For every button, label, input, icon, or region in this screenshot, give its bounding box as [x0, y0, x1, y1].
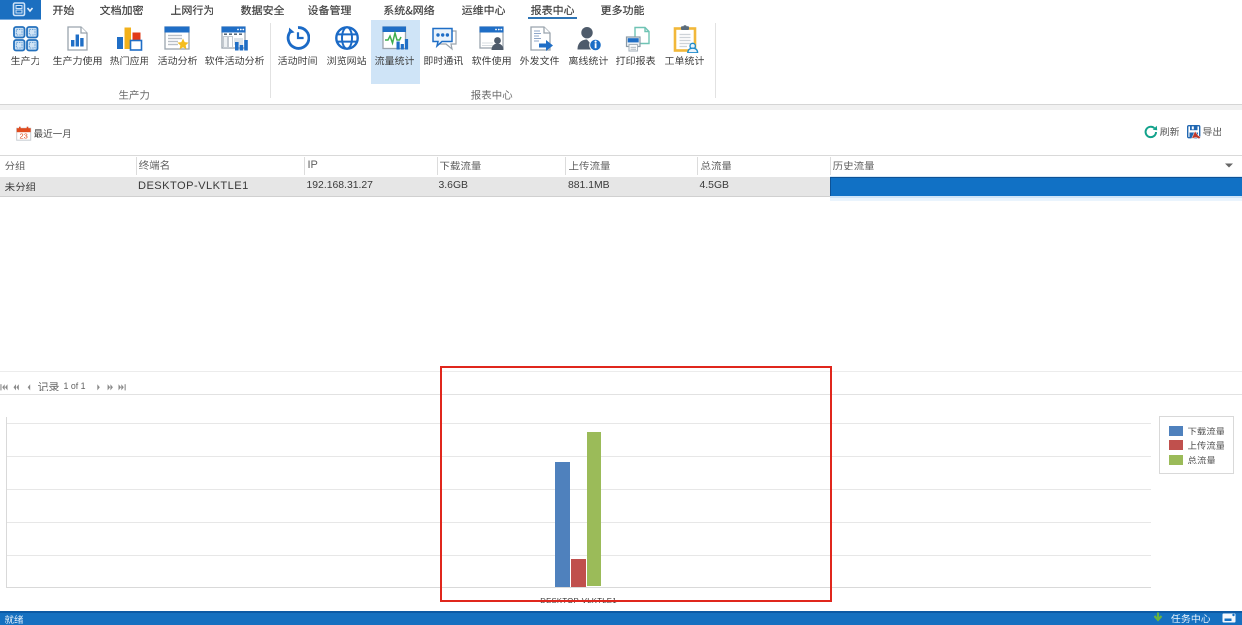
svg-text:23: 23	[20, 131, 28, 140]
